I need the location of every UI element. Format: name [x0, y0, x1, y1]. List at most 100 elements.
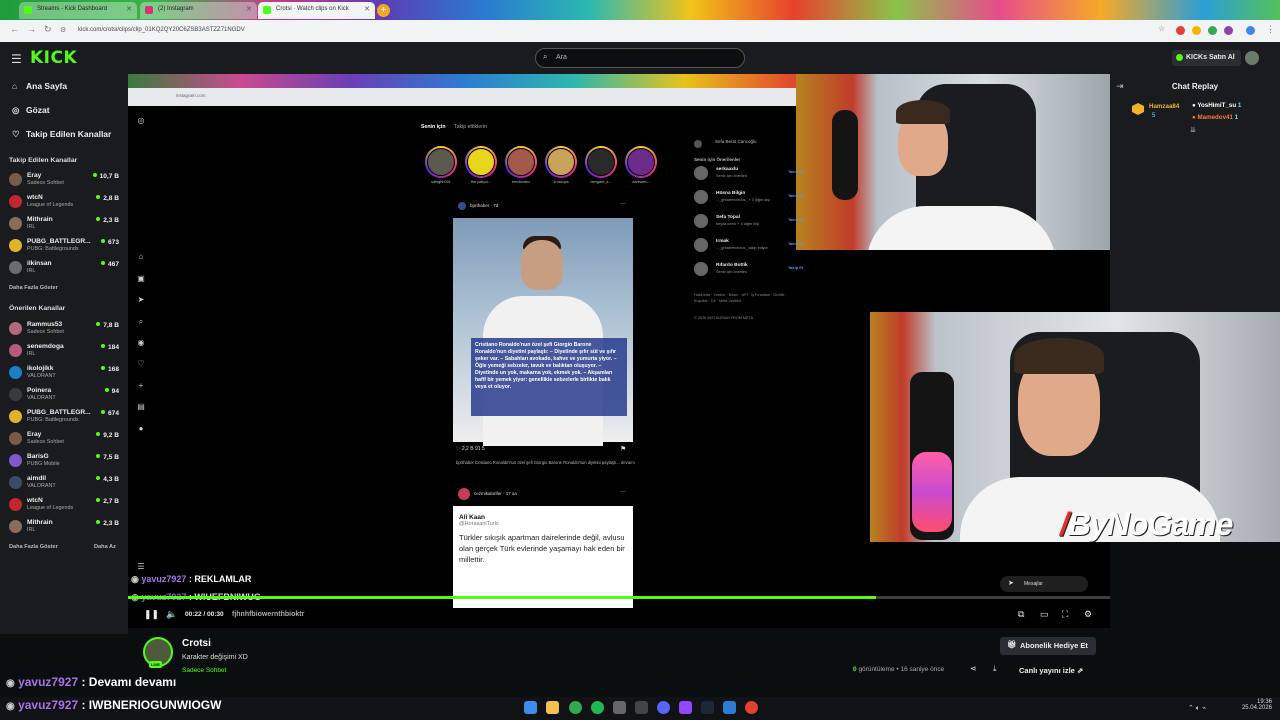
- forward-icon[interactable]: →: [27, 24, 36, 34]
- browser-menu-icon[interactable]: ⋮: [1266, 24, 1275, 35]
- reels-icon: ▣: [137, 274, 145, 283]
- sidebar-channel-item[interactable]: PUBG_BATTLEGR... PUBG: Battlegrounds 673: [8, 237, 122, 257]
- sidebar-channel-item[interactable]: Poinera VALORANT 94: [8, 386, 122, 406]
- avatar: [9, 322, 22, 335]
- pause-icon[interactable]: ❚❚: [144, 609, 159, 620]
- video-progress-bar[interactable]: [128, 596, 1110, 599]
- sidebar-channel-item[interactable]: senemdoga IRL 184: [8, 342, 122, 362]
- story-name: darkweb...: [632, 180, 650, 184]
- browser-tab-kick-dashboard[interactable]: Streams - Kick Dashboard ✕: [19, 2, 137, 19]
- live-dot-icon: [92, 173, 97, 177]
- search-input[interactable]: ⌕ Ara: [535, 48, 745, 68]
- profile-icon[interactable]: [1246, 26, 1255, 35]
- download-icon[interactable]: ⤓: [993, 664, 997, 674]
- sidebar-channel-item[interactable]: Eray Sadece Sohbet 10,7 B: [8, 171, 122, 191]
- heart-icon: ♡: [12, 129, 20, 139]
- app-icon[interactable]: [635, 701, 648, 714]
- site-info-icon[interactable]: ⚙: [60, 26, 66, 34]
- settings-icon[interactable]: [613, 701, 626, 714]
- kicks-coin-icon: [1176, 54, 1183, 61]
- dashboard-icon: ▤: [137, 402, 145, 411]
- channel-name[interactable]: Crotsi: [182, 638, 211, 649]
- close-tab-icon[interactable]: ✕: [126, 5, 132, 13]
- sidebar-channel-item[interactable]: PUBG_BATTLEGR... PUBG: Battlegrounds 674: [8, 408, 122, 428]
- viewer-count: 2,3 B: [96, 217, 119, 224]
- sidebar-channel-item[interactable]: aimdll VALORANT 4,3 B: [8, 474, 122, 494]
- stream-browser-address: instagram.com: [128, 88, 796, 106]
- share-icon[interactable]: ⋖: [970, 664, 977, 673]
- spotify-icon[interactable]: [591, 701, 604, 714]
- gifted-user[interactable]: ● Mamedov41 1: [1192, 114, 1238, 121]
- file-explorer-icon[interactable]: [546, 701, 559, 714]
- sidebar-channel-item[interactable]: BarisG PUBG Mobile 7,5 B: [8, 452, 122, 472]
- fullscreen-icon[interactable]: ⛶: [1062, 609, 1068, 620]
- gift-count: 5: [1152, 113, 1156, 119]
- windows-start-icon[interactable]: [524, 701, 537, 714]
- discord-icon[interactable]: [657, 701, 670, 714]
- sidebar-channel-item[interactable]: ikolojikk VALORANT 168: [8, 364, 122, 384]
- taskbar-clock[interactable]: 19:36 25.04.2026: [1238, 699, 1272, 711]
- live-dot-icon: [96, 322, 101, 326]
- post-text-card: Cristiano Ronaldo'nun özel şefi Giorgio …: [471, 338, 627, 416]
- avatar: [9, 476, 22, 489]
- volume-icon[interactable]: 🔈: [166, 609, 177, 620]
- sidebar-channel-item[interactable]: ilkinsan IRL 467: [8, 259, 122, 279]
- reload-icon[interactable]: ↻: [44, 24, 52, 35]
- avatar[interactable]: [1245, 51, 1259, 65]
- sidebar-channel-item[interactable]: Rammus53 Sadece Sohbet 7,8 B: [8, 320, 122, 340]
- extension-icon[interactable]: [1176, 26, 1185, 35]
- viewer-count: 9,2 B: [96, 432, 119, 439]
- close-tab-icon[interactable]: ✕: [246, 5, 252, 13]
- browser-tab-instagram[interactable]: (2) Instagram ✕: [140, 2, 257, 19]
- extension-icon[interactable]: [1208, 26, 1217, 35]
- close-tab-icon[interactable]: ✕: [364, 5, 370, 13]
- sidebar-channel-item[interactable]: wtcN League of Legends 2,7 B: [8, 496, 122, 516]
- bookmark-star-icon[interactable]: ☆: [1158, 24, 1165, 33]
- show-more-followed-link[interactable]: Daha Fazla Göster: [9, 285, 58, 291]
- suggestion-item: Sefa Topal beyza.ozmir + 4 diğer kişi Taki…: [694, 214, 806, 232]
- suggestions-heading: Senin için Önerilenler: [694, 157, 741, 162]
- miniplayer-icon[interactable]: ⧉: [1018, 609, 1024, 620]
- overlay-chat-line: ◉ yavuz7927 : IWBNERIOGUNWIOGW: [6, 698, 222, 712]
- channel-name: Eray: [27, 431, 42, 438]
- gifted-user[interactable]: ● YosHimiT_su 1: [1192, 102, 1241, 109]
- sidebar-channel-item[interactable]: wtcN League of Legends 2,8 B: [8, 193, 122, 213]
- stream-category[interactable]: Sadece Sohbet: [182, 667, 226, 674]
- search-icon: ⌕: [543, 52, 548, 61]
- extension-icon[interactable]: [1224, 26, 1233, 35]
- steam-icon[interactable]: [701, 701, 714, 714]
- menu-icon[interactable]: ☰: [11, 52, 22, 66]
- watch-live-button[interactable]: Canlı yayını izle ⇗: [1012, 663, 1096, 679]
- app-icon[interactable]: [745, 701, 758, 714]
- expand-icon[interactable]: ⇊: [1190, 126, 1196, 134]
- show-more-recommended-link[interactable]: Daha Fazla Göster: [9, 544, 58, 550]
- show-less-recommended-link[interactable]: Daha Az: [94, 544, 116, 550]
- chrome-icon[interactable]: [569, 701, 582, 714]
- channel-category: PUBG: Battlegrounds: [27, 417, 79, 423]
- sidebar-channel-item[interactable]: Mithrain IRL 2,3 B: [8, 518, 122, 538]
- gifter-name[interactable]: Hamzaa84: [1149, 103, 1179, 110]
- compass-icon: ◎: [12, 105, 20, 115]
- kick-logo[interactable]: KICK: [30, 48, 77, 68]
- settings-icon[interactable]: ⚙: [1084, 609, 1092, 620]
- browser-tab-crotsi-clip[interactable]: Crotsi · Watch clips on Kick ✕: [258, 2, 375, 19]
- back-icon[interactable]: ←: [10, 24, 19, 34]
- url-field[interactable]: kick.com/crotsi/clips/clip_01KQ2QY20C6ZS…: [72, 24, 1152, 38]
- live-dot-icon: [96, 432, 101, 436]
- new-tab-button[interactable]: +: [377, 4, 390, 17]
- system-tray-icons[interactable]: ⌃ 🔈︎ ⌁: [1188, 704, 1206, 713]
- extension-icon[interactable]: [1192, 26, 1201, 35]
- theater-mode-icon[interactable]: ▭: [1040, 609, 1049, 620]
- avatar: [9, 520, 22, 533]
- avatar: [9, 454, 22, 467]
- buy-kicks-button[interactable]: KICKs Satın Al: [1172, 50, 1241, 66]
- gift-subscription-button[interactable]: 🎁︎ Abonelik Hediye Et: [1000, 637, 1096, 655]
- sidebar-channel-item[interactable]: Eray Sadece Sohbet 9,2 B: [8, 430, 122, 450]
- sidebar-item-home[interactable]: ⌂ Ana Sayfa: [12, 81, 67, 91]
- sidebar-channel-item[interactable]: Mithrain IRL 2,3 B: [8, 215, 122, 235]
- app-icon[interactable]: [723, 701, 736, 714]
- avatar: [9, 388, 22, 401]
- app-icon[interactable]: [679, 701, 692, 714]
- sidebar-item-following[interactable]: ♡ Takip Edilen Kanallar: [12, 129, 111, 140]
- sidebar-item-browse[interactable]: ◎ Gözat: [12, 105, 50, 116]
